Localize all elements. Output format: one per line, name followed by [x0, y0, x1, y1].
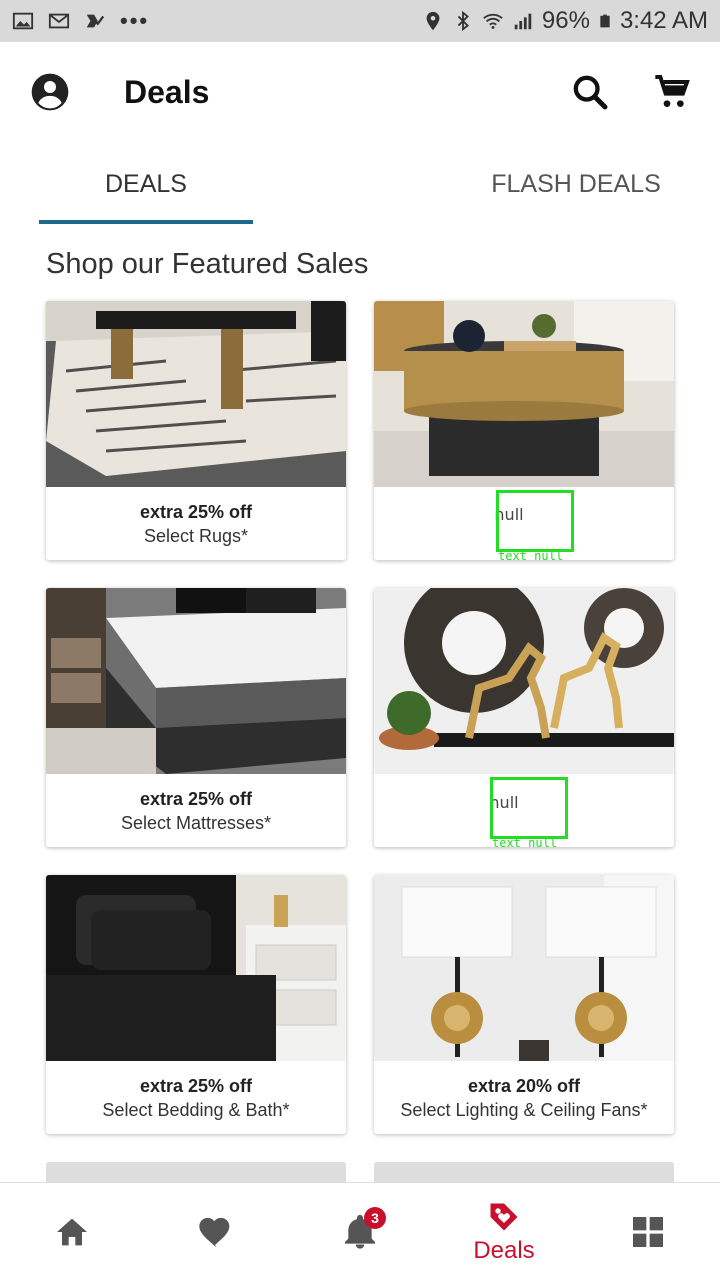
sale-card-mattresses[interactable]: extra 25% off Select Mattresses*: [46, 588, 346, 847]
debug-label: text null: [498, 549, 564, 560]
offer-description: Select Bedding & Bath*: [102, 1099, 290, 1120]
nav-notifications[interactable]: 3: [288, 1183, 432, 1280]
battery-percent: 96%: [541, 7, 590, 34]
featured-sales-grid: extra 25% off Select Rugs* null text nul…: [46, 301, 674, 1134]
sale-card-lighting[interactable]: extra 20% off Select Lighting & Ceiling …: [374, 875, 674, 1134]
gallery-icon: [12, 12, 34, 30]
home-icon: [57, 1218, 87, 1245]
debug-label: text null: [492, 836, 558, 847]
tab-flash-deals-label: FLASH DEALS: [491, 169, 661, 198]
offer-text: extra 20% off: [467, 1075, 581, 1096]
offer-description: Select Lighting & Ceiling Fans*: [400, 1099, 648, 1120]
offer-description: Select Mattresses*: [120, 812, 272, 833]
tab-deals-label: DEALS: [105, 169, 187, 198]
tab-bar: DEALS FLASH DEALS: [0, 142, 720, 226]
location-icon: [426, 11, 440, 31]
tab-deals[interactable]: DEALS: [0, 142, 292, 226]
tab-middle[interactable]: [292, 142, 432, 226]
signal-icon: [514, 13, 532, 30]
offer-text: extra 25% off: [139, 501, 253, 522]
account-icon[interactable]: [30, 72, 70, 112]
gmail-icon: [48, 13, 70, 29]
page-title: Deals: [124, 73, 210, 110]
sale-card-decor[interactable]: null text null: [374, 588, 674, 847]
coffee-table-image: [374, 301, 674, 487]
lamp-image: [374, 875, 674, 1061]
nav-categories[interactable]: [576, 1183, 720, 1280]
bluetooth-icon: [457, 10, 469, 32]
debug-highlight-box: [490, 777, 568, 839]
deals-tag-icon: [490, 1203, 518, 1230]
offer-description: Select Rugs*: [143, 525, 249, 546]
clock: 3:42 AM: [619, 7, 708, 34]
task-check-icon: [86, 14, 105, 28]
status-bar: ••• 96% 3:42 AM: [0, 0, 720, 42]
partial-next-row: [46, 1162, 674, 1182]
search-icon[interactable]: [570, 72, 610, 112]
heart-icon: [199, 1217, 230, 1247]
nav-deals[interactable]: Deals: [432, 1183, 576, 1280]
partial-card[interactable]: [46, 1162, 346, 1182]
nav-home[interactable]: [0, 1183, 144, 1280]
mattress-image: [46, 588, 346, 774]
sale-card-rugs[interactable]: extra 25% off Select Rugs*: [46, 301, 346, 560]
horse-decor-image: [374, 588, 674, 774]
nav-favorites[interactable]: [144, 1183, 288, 1280]
nav-deals-label: Deals: [473, 1236, 535, 1264]
battery-icon: [600, 14, 610, 28]
offer-text: extra 25% off: [139, 788, 253, 809]
bedding-image: [46, 875, 346, 1061]
rug-image: [46, 301, 346, 487]
more-notifications-icon: •••: [120, 8, 150, 33]
section-title: Shop our Featured Sales: [46, 248, 369, 280]
notifications-badge: 3: [364, 1206, 386, 1229]
tab-selected-indicator: [39, 220, 253, 224]
wifi-icon: [483, 13, 503, 29]
sale-card-bedding[interactable]: extra 25% off Select Bedding & Bath*: [46, 875, 346, 1134]
bottom-navigation: 3 Deals: [0, 1182, 720, 1280]
debug-highlight-box: [496, 490, 574, 552]
grid-icon: [633, 1216, 663, 1247]
tab-flash-deals[interactable]: FLASH DEALS: [432, 142, 720, 226]
cart-icon[interactable]: [652, 72, 692, 112]
app-bar: Deals: [0, 42, 720, 142]
sale-card-tables[interactable]: null text null: [374, 301, 674, 560]
offer-text: extra 25% off: [139, 1075, 253, 1096]
partial-card[interactable]: [374, 1162, 674, 1182]
